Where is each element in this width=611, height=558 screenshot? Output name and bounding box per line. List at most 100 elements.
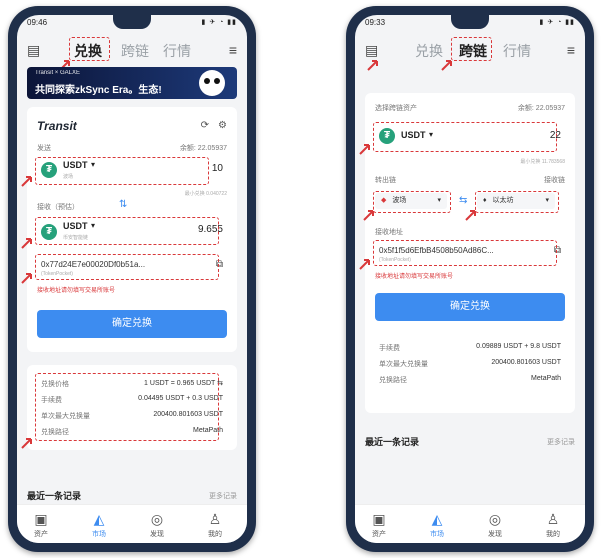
nav-me[interactable]: ♙ 我的 [195, 511, 235, 539]
compass-icon: ◎ [488, 511, 502, 527]
min-note: 最小兑换 11.783568 [520, 159, 565, 165]
calendar-icon[interactable]: ▤ [27, 42, 40, 59]
confirm-swap-button[interactable]: 确定兑换 [37, 310, 227, 338]
detail-label: 单次最大兑换量 [379, 361, 428, 368]
assets-icon: ▣ [34, 511, 48, 527]
nav-label: 我的 [546, 531, 560, 538]
arrow-icon [359, 143, 371, 155]
min-note: 最小兑换 0.040722 [184, 191, 227, 197]
out-chain-label: 转出链 [375, 177, 396, 184]
bottom-nav: ▣ 资产 ◭ 市场 ◎ 发现 ♙ 我的 [355, 504, 585, 543]
nav-label: 发现 [150, 531, 164, 538]
recent-record-title: 最近一条记录 [365, 437, 420, 447]
status-icons: ▮ ✈ ◔ ▮▮ [201, 19, 237, 26]
route-value[interactable]: MetaPath [531, 375, 561, 382]
arrow-icon [465, 209, 477, 221]
address-warning: 接收地址请勿填写交易所账号 [37, 288, 116, 294]
highlight-address [373, 240, 557, 266]
menu-icon[interactable]: ≡ [229, 42, 237, 58]
detail-value: 0.09889 USDT + 9.8 USDT [476, 343, 561, 350]
nav-me[interactable]: ♙ 我的 [533, 511, 573, 539]
highlight-from [35, 157, 209, 185]
from-amount-input[interactable]: 10 [212, 163, 223, 174]
brand-title: Transit [37, 119, 77, 133]
calendar-icon[interactable]: ▤ [365, 42, 378, 59]
banner-title: 共同探索zkSync Era。生态! [35, 85, 162, 96]
details-card: 兑换价格 1 USDT = 0.965 USDT ⇆ 手续费 0.04495 U… [21, 365, 237, 450]
phone-right: 09:33 ▮ ✈ ◔ ▮▮ ▤ 兑换 跨链 行情 ≡ 选择跨链资产 余额: 2… [346, 6, 594, 552]
recv-address-label: 接收地址 [375, 229, 403, 236]
nav-market[interactable]: ◭ 市场 [79, 511, 119, 539]
nav-label: 市场 [92, 531, 106, 538]
user-icon: ♙ [546, 511, 560, 527]
phone-left: 09:46 ▮ ✈ ◔ ▮▮ ▤ 兑换 跨链 行情 ≡ Transit × GA… [8, 6, 256, 552]
highlight-details [35, 373, 219, 441]
highlight-in-chain [475, 191, 559, 213]
highlight-to [35, 217, 219, 245]
arrow-icon [21, 272, 33, 284]
arrow-icon [367, 59, 379, 71]
address-warning: 接收地址请勿填写交易所账号 [375, 274, 454, 280]
swap-direction-icon[interactable]: ⇅ [119, 199, 127, 210]
highlight-swap-tab [69, 37, 110, 61]
detail-label: 手续费 [379, 345, 400, 352]
panda-icon [199, 70, 225, 96]
send-label: 发送 [37, 145, 51, 152]
nav-label: 资产 [372, 531, 386, 538]
receive-label: 接收（预估） [37, 204, 79, 211]
status-time: 09:46 [27, 18, 48, 27]
tab-market[interactable]: 行情 [163, 41, 191, 61]
banner-small: Transit × GALXE [35, 70, 80, 76]
highlight-crosschain-tab [451, 37, 492, 61]
screen: 09:46 ▮ ✈ ◔ ▮▮ ▤ 兑换 跨链 行情 ≡ Transit × GA… [17, 15, 247, 543]
arrow-icon [363, 209, 375, 221]
nav-discover[interactable]: ◎ 发现 [475, 511, 515, 539]
menu-icon[interactable]: ≡ [567, 42, 575, 58]
highlight-asset [373, 122, 557, 152]
tab-swap[interactable]: 兑换 [415, 41, 443, 61]
promo-banner[interactable]: Transit × GALXE 共同探索zkSync Era。生态! [27, 67, 237, 99]
nav-label: 发现 [488, 531, 502, 538]
top-nav: ▤ 兑换 跨链 行情 ≡ [17, 35, 247, 65]
arrow-icon [21, 175, 33, 187]
select-asset-label: 选择跨链资产 [375, 105, 417, 112]
arrow-icon [441, 59, 453, 71]
highlight-out-chain [373, 191, 451, 213]
bottom-nav: ▣ 资产 ◭ 市场 ◎ 发现 ♙ 我的 [17, 504, 247, 543]
arrow-icon [21, 237, 33, 249]
more-records-link[interactable]: 更多记录 [209, 491, 237, 501]
nav-label: 市场 [430, 531, 444, 538]
balance: 余额: 22.05937 [179, 145, 227, 152]
tab-market[interactable]: 行情 [503, 41, 531, 61]
nav-label: 资产 [34, 531, 48, 538]
more-records-link[interactable]: 更多记录 [547, 437, 575, 447]
crosschain-card: 选择跨链资产 余额: 22.05937 ₮ USDT ▾ 22 最小兑换 11.… [359, 93, 575, 413]
nav-assets[interactable]: ▣ 资产 [359, 511, 399, 539]
nav-assets[interactable]: ▣ 资产 [21, 511, 61, 539]
compass-icon: ◎ [150, 511, 164, 527]
settings-icon[interactable]: ⚙ [218, 120, 227, 131]
in-chain-label: 接收链 [544, 177, 565, 184]
user-icon: ♙ [208, 511, 222, 527]
nav-label: 我的 [208, 531, 222, 538]
status-icons: ▮ ✈ ◔ ▮▮ [539, 19, 575, 26]
nav-market[interactable]: ◭ 市场 [417, 511, 457, 539]
swap-chains-icon[interactable]: ⇆ [459, 195, 467, 206]
swap-card: Transit ⟳ ⚙ 发送 余额: 22.05937 ₮ USDT ▾ 波场 … [21, 107, 237, 352]
status-bar: 09:33 ▮ ✈ ◔ ▮▮ [365, 18, 575, 30]
screen: 09:33 ▮ ✈ ◔ ▮▮ ▤ 兑换 跨链 行情 ≡ 选择跨链资产 余额: 2… [355, 15, 585, 543]
chart-icon: ◭ [93, 511, 105, 527]
highlight-address [35, 254, 219, 280]
tab-crosschain[interactable]: 跨链 [121, 41, 149, 61]
confirm-swap-button[interactable]: 确定兑换 [375, 293, 565, 321]
refresh-icon[interactable]: ⟳ [201, 120, 209, 131]
chart-icon: ◭ [431, 511, 443, 527]
balance: 余额: 22.05937 [517, 105, 565, 112]
recent-record-title: 最近一条记录 [27, 491, 82, 501]
assets-icon: ▣ [372, 511, 386, 527]
status-bar: 09:46 ▮ ✈ ◔ ▮▮ [27, 18, 237, 30]
arrow-icon [359, 258, 371, 270]
detail-label: 兑换路径 [379, 377, 407, 384]
status-time: 09:33 [365, 18, 386, 27]
nav-discover[interactable]: ◎ 发现 [137, 511, 177, 539]
